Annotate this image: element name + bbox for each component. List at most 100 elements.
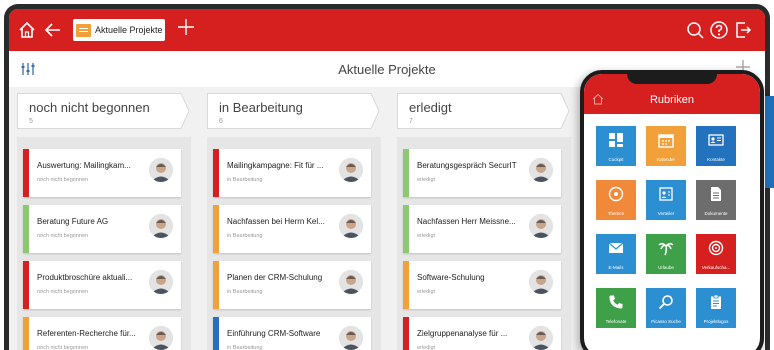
status-color-bar	[213, 149, 219, 197]
column-count: 7	[409, 118, 413, 125]
tile-label: Kontakte	[707, 157, 725, 162]
avatar	[339, 158, 363, 182]
rubrik-tile[interactable]: Projektlogos	[696, 288, 736, 328]
project-card[interactable]: Beratungsgespräch SecurIT erledigt	[403, 149, 561, 197]
project-card[interactable]: Beratung Future AG noch nicht begonnen	[23, 205, 181, 253]
avatar	[339, 270, 363, 294]
status-color-bar	[23, 149, 29, 197]
card-status: in Bearbeitung	[227, 177, 263, 183]
tile-label: Dokumente	[704, 211, 728, 216]
status-color-bar	[23, 317, 29, 350]
status-color-bar	[403, 317, 409, 350]
phone-notch	[627, 74, 717, 84]
project-card[interactable]: Zielgruppenanalyse für ... erledigt	[403, 317, 561, 350]
avatar	[529, 270, 553, 294]
project-card[interactable]: Auswertung: Mailingkam... noch nicht bego…	[23, 149, 181, 197]
column-header[interactable]: noch nicht begonnen 5	[17, 93, 191, 129]
column-body: Auswertung: Mailingkam... noch nicht bego…	[17, 137, 191, 350]
tile-label: E-Mails	[608, 265, 624, 270]
card-status: erledigt	[417, 345, 436, 350]
tile-label: Cockpit	[608, 157, 624, 162]
card-title: Produktbroschüre aktuali...	[37, 273, 133, 282]
clipboard-icon	[696, 294, 736, 313]
column-header[interactable]: in Bearbeitung 6	[207, 93, 381, 129]
home-icon[interactable]	[17, 20, 37, 40]
column-count: 6	[219, 118, 223, 125]
card-status: noch nicht begonnen	[37, 233, 89, 239]
rubrik-tile[interactable]: Kontakte	[696, 126, 736, 166]
column-count: 5	[29, 118, 33, 125]
project-card[interactable]: Nachfassen Herr Meissne... erledigt	[403, 205, 561, 253]
rubrik-tile[interactable]: Cockpit	[596, 126, 636, 166]
tile-label: Verkaufscha...	[701, 265, 731, 270]
column-body: Beratungsgespräch SecurIT erledigt Nachfas…	[397, 137, 571, 350]
rubrik-tile[interactable]: E-Mails	[596, 234, 636, 274]
card-status: erledigt	[417, 177, 436, 183]
card-status: in Bearbeitung	[227, 345, 263, 350]
card-title: Planen der CRM-Schulung	[227, 273, 323, 282]
project-card[interactable]: Referenten-Recherche für... noch nicht be…	[23, 317, 181, 350]
status-color-bar	[403, 205, 409, 253]
contact-card-icon	[696, 132, 736, 151]
rubrik-tile[interactable]: Verkaufscha...	[696, 234, 736, 274]
status-color-bar	[23, 261, 29, 309]
tile-label: Themen	[607, 211, 625, 216]
rubrik-tile[interactable]: Telefonate	[596, 288, 636, 328]
tile-label: Urlaube	[658, 265, 674, 270]
avatar	[149, 326, 173, 350]
status-color-bar	[403, 149, 409, 197]
rubrik-tile[interactable]: Verteiler	[646, 180, 686, 220]
plus-icon[interactable]	[177, 17, 195, 41]
project-card[interactable]: Planen der CRM-Schulung in Bearbeitung	[213, 261, 371, 309]
tile-label: Picasso Suche	[651, 319, 681, 324]
column-header[interactable]: erledigt 7	[397, 93, 571, 129]
card-status: in Bearbeitung	[227, 233, 263, 239]
column-1: in Bearbeitung 6 Mailingkampagne: Fit für …	[207, 87, 381, 350]
avatar	[339, 214, 363, 238]
card-status: erledigt	[417, 289, 436, 295]
column-0: noch nicht begonnen 5 Auswertung: Mailingk…	[17, 87, 191, 350]
help-icon[interactable]	[709, 20, 729, 40]
rubrik-tile[interactable]: Dokumente	[696, 180, 736, 220]
dashboard-icon	[596, 132, 636, 151]
card-status: erledigt	[417, 233, 436, 239]
avatar	[339, 326, 363, 350]
project-card[interactable]: Mailingkampagne: Fit für ... in Bearbeitu…	[213, 149, 371, 197]
rubrik-tile[interactable]: Picasso Suche	[646, 288, 686, 328]
avatar	[529, 214, 553, 238]
phone-frame: Rubriken Cockpit Kalender Kontakte Themen Ve…	[580, 70, 764, 350]
status-color-bar	[213, 261, 219, 309]
card-title: Nachfassen bei Herrn Kel...	[227, 217, 325, 226]
card-title: Software-Schulung	[417, 273, 485, 282]
rubrik-tile[interactable]: Kalender	[646, 126, 686, 166]
avatar	[529, 326, 553, 350]
column-2: erledigt 7 Beratungsgespräch SecurIT erledi…	[397, 87, 571, 350]
tab-label: Aktuelle Projekte	[95, 25, 163, 35]
tab-aktuelle-projekte[interactable]: Aktuelle Projekte	[73, 19, 165, 41]
card-title: Auswertung: Mailingkam...	[37, 161, 131, 170]
avatar	[149, 214, 173, 238]
search-icon	[646, 294, 686, 313]
project-card[interactable]: Nachfassen bei Herrn Kel... in Bearbeitun…	[213, 205, 371, 253]
card-title: Beratung Future AG	[37, 217, 109, 226]
distribution-icon	[646, 186, 686, 205]
disc-icon	[596, 186, 636, 205]
column-title: erledigt	[409, 100, 452, 115]
arrow-left-icon[interactable]	[43, 20, 63, 40]
calendar-icon	[646, 132, 686, 151]
card-title: Referenten-Recherche für...	[37, 329, 136, 338]
palm-tree-icon	[646, 240, 686, 259]
card-status: in Bearbeitung	[227, 289, 263, 295]
status-color-bar	[403, 261, 409, 309]
rubrik-tile[interactable]: Urlaube	[646, 234, 686, 274]
logout-icon[interactable]	[733, 20, 753, 40]
rubrik-tile[interactable]: Themen	[596, 180, 636, 220]
card-status: noch nicht begonnen	[37, 289, 89, 295]
project-card[interactable]: Einführung CRM-Software in Bearbeitung	[213, 317, 371, 350]
search-icon[interactable]	[685, 20, 705, 40]
project-card[interactable]: Produktbroschüre aktuali... noch nicht be…	[23, 261, 181, 309]
project-card[interactable]: Software-Schulung erledigt	[403, 261, 561, 309]
phone-icon	[596, 294, 636, 313]
status-color-bar	[23, 205, 29, 253]
project-list-icon	[76, 23, 91, 37]
